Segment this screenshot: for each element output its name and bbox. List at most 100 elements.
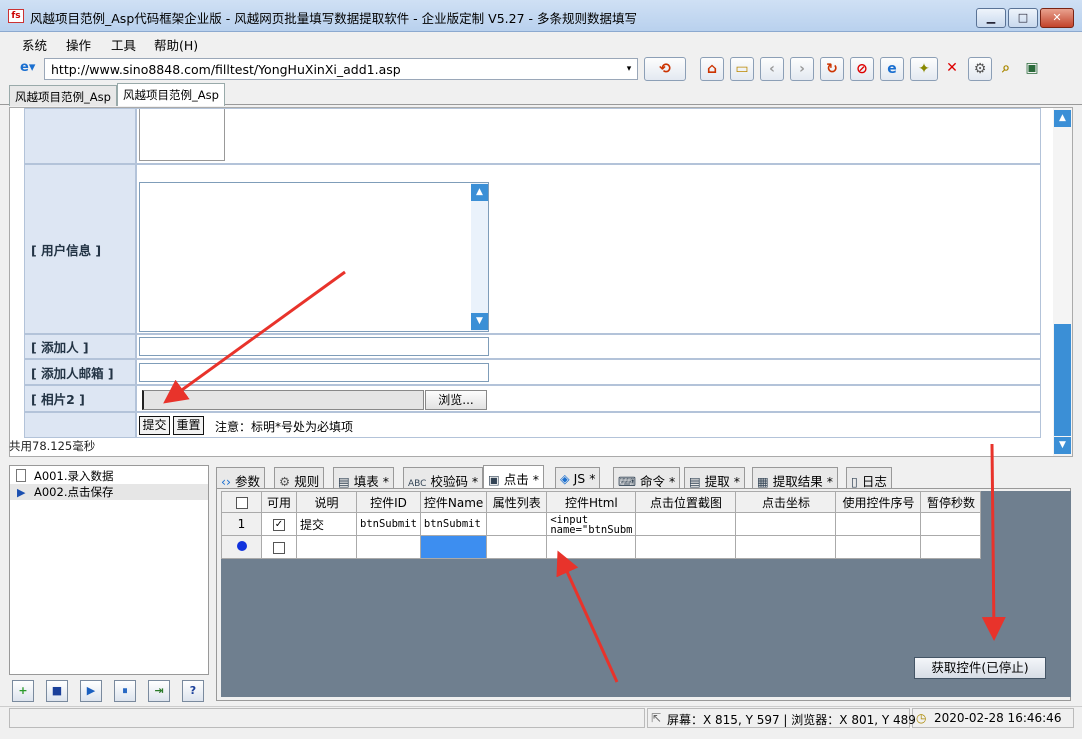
page-scroll-up-icon[interactable]: ▲ xyxy=(1054,110,1071,127)
adder-input[interactable] xyxy=(139,337,489,356)
tab-fill[interactable]: ▤ 填表 * xyxy=(333,467,395,489)
ie-logo-icon[interactable]: e▾ xyxy=(20,60,42,78)
coord-cell[interactable] xyxy=(735,535,837,559)
minimize-button[interactable]: ▁ xyxy=(976,8,1006,28)
step-item[interactable]: ▶ A002.点击保存 xyxy=(10,484,208,500)
page-scrollbar[interactable]: ▲ ▼ xyxy=(1053,108,1072,456)
get-control-button[interactable]: 获取控件(已停止) xyxy=(914,657,1046,679)
back-icon[interactable]: ‹ xyxy=(760,57,784,81)
menu-system[interactable]: 系统 xyxy=(22,35,47,54)
page-scroll-thumb[interactable] xyxy=(1054,324,1071,436)
adder-label: [ 添加人 ] xyxy=(24,334,136,359)
gear-icon[interactable]: ⚙ xyxy=(968,57,992,81)
tab-command[interactable]: ⌨ 命令 * xyxy=(613,467,681,489)
tab-captcha[interactable]: ABC 校验码 * xyxy=(403,467,484,489)
enabled-checkbox[interactable]: ✓ xyxy=(273,518,285,531)
window-icon[interactable]: ▣ xyxy=(1020,57,1044,81)
url-dropdown-icon[interactable]: ▾ xyxy=(622,59,636,79)
desc-cell[interactable] xyxy=(296,535,357,559)
refresh-icon[interactable]: ↻ xyxy=(820,57,844,81)
table-row[interactable]: 1 ✓ 提交 btnSubmit btnSubmit <input name="… xyxy=(221,512,982,536)
home-icon[interactable]: ⌂ xyxy=(700,57,724,81)
textarea-scrollbar[interactable]: ▲ ▼ xyxy=(471,183,488,331)
search-icon[interactable]: ⌕ xyxy=(994,57,1018,81)
maximize-button[interactable]: □ xyxy=(1008,8,1038,28)
control-html-cell[interactable] xyxy=(546,535,637,559)
grid-header: 点击位置截图 xyxy=(635,491,737,513)
person-refresh-icon[interactable]: ⟲ xyxy=(644,57,686,81)
submit-button[interactable]: 提交 xyxy=(139,416,170,435)
dot-icon xyxy=(236,541,247,551)
screenshot-cell[interactable] xyxy=(635,535,737,559)
pause-icon[interactable]: ⏸ xyxy=(114,680,136,702)
menu-operate[interactable]: 操作 xyxy=(66,35,91,54)
file-path-input[interactable] xyxy=(142,390,424,410)
adder-email-input[interactable] xyxy=(139,363,489,382)
tab-click[interactable]: ▣ 点击 * xyxy=(483,465,545,489)
grid-header: 暂停秒数 xyxy=(920,491,982,513)
enabled-cell[interactable] xyxy=(261,535,297,559)
url-input[interactable]: http://www.sino8848.com/filltest/YongHuX… xyxy=(44,58,638,80)
ie-icon[interactable]: e xyxy=(880,57,904,81)
tab-rules[interactable]: ⚙ 规则 xyxy=(274,467,325,489)
menu-tools[interactable]: 工具 xyxy=(111,35,136,54)
tab-log[interactable]: ▯ 日志 xyxy=(846,467,892,489)
stop-icon[interactable]: ⊘ xyxy=(850,57,874,81)
coord-cell[interactable] xyxy=(735,512,837,536)
menu-help[interactable]: 帮助(H) xyxy=(154,35,198,54)
control-name-cell-selected[interactable] xyxy=(419,535,488,559)
window-title: 风越项目范例_Asp代码框架企业版 - 风越网页批量填写数据提取软件 - 企业版… xyxy=(30,11,637,26)
browser-tab-1[interactable]: 风越项目范例_Asp xyxy=(9,85,117,106)
tab-label: 点击 * xyxy=(503,472,540,487)
select-all-checkbox[interactable] xyxy=(235,496,248,509)
adder-email-cell xyxy=(136,359,1041,385)
magic-icon[interactable]: ✦ xyxy=(910,57,938,81)
screenshot-cell[interactable] xyxy=(635,512,737,536)
browser-tab-2[interactable]: 风越项目范例_Asp xyxy=(117,83,225,106)
attrs-cell[interactable] xyxy=(486,512,548,536)
save-icon[interactable]: ■ xyxy=(46,680,68,702)
add-icon[interactable]: + xyxy=(12,680,34,702)
attrs-cell[interactable] xyxy=(486,535,548,559)
tab-params[interactable]: ‹› 参数 xyxy=(216,467,265,489)
help-icon[interactable]: ? xyxy=(182,680,204,702)
run-icon[interactable]: ▶ xyxy=(80,680,102,702)
js-icon: ◈ xyxy=(560,471,570,486)
folder-icon[interactable]: ▭ xyxy=(730,57,754,81)
grid-header: 控件Html xyxy=(546,491,637,513)
tab-extract[interactable]: ▤ 提取 * xyxy=(684,467,746,489)
code-icon: ‹› xyxy=(221,474,231,489)
tab-js[interactable]: ◈ JS * xyxy=(555,467,601,489)
export-icon[interactable]: ⇥ xyxy=(148,680,170,702)
page-scroll-down-icon[interactable]: ▼ xyxy=(1054,437,1071,454)
tab-extract-result[interactable]: ▦ 提取结果 * xyxy=(752,467,839,489)
control-id-cell[interactable]: btnSubmit xyxy=(356,512,421,536)
desc-cell[interactable]: 提交 xyxy=(296,512,357,536)
enabled-checkbox[interactable] xyxy=(273,541,285,554)
user-info-textarea[interactable]: ▲ ▼ xyxy=(139,182,489,332)
scroll-down-icon[interactable]: ▼ xyxy=(471,313,488,330)
step-item[interactable]: A001.录入数据 xyxy=(10,468,208,484)
log-icon: ▯ xyxy=(851,474,858,489)
scroll-up-icon[interactable]: ▲ xyxy=(471,184,488,201)
enabled-cell[interactable]: ✓ xyxy=(261,512,297,536)
control-id-cell[interactable] xyxy=(356,535,421,559)
table-row-new[interactable] xyxy=(221,535,982,559)
grid-header: 属性列表 xyxy=(486,491,548,513)
grid-header-select[interactable] xyxy=(221,491,262,513)
index-cell[interactable] xyxy=(835,535,922,559)
reset-button[interactable]: 重置 xyxy=(173,416,204,435)
control-html-cell[interactable]: <input name="btnSubm xyxy=(546,512,637,536)
pause-cell[interactable] xyxy=(920,535,982,559)
row-image-cell xyxy=(136,108,1041,164)
close-button[interactable]: ✕ xyxy=(1040,8,1074,28)
browse-button[interactable]: 浏览... xyxy=(425,390,487,410)
click-grid: 可用 说明 控件ID 控件Name 属性列表 控件Html 点击位置截图 点击坐… xyxy=(221,491,982,559)
control-name-cell[interactable]: btnSubmit xyxy=(419,512,488,536)
index-cell[interactable] xyxy=(835,512,922,536)
close-red-icon[interactable]: ✕ xyxy=(940,57,964,81)
submit-row-label xyxy=(24,412,136,438)
tab-label: 填表 * xyxy=(353,474,390,489)
forward-icon[interactable]: › xyxy=(790,57,814,81)
pause-cell[interactable] xyxy=(920,512,982,536)
